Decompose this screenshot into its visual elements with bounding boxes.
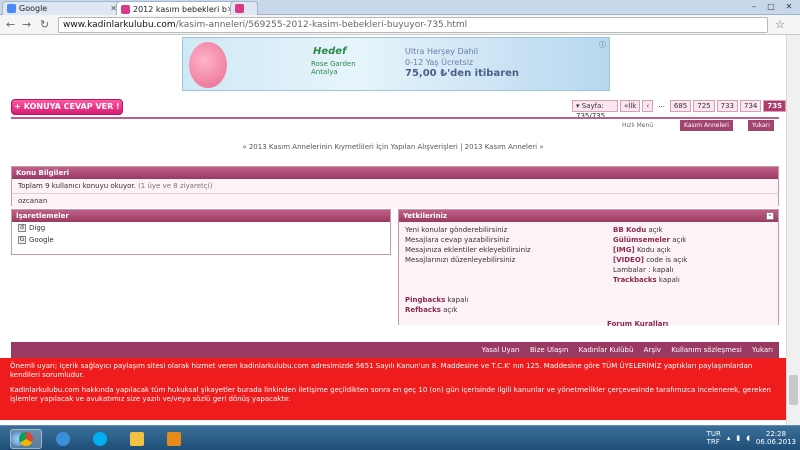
taskbar-media[interactable]: [158, 429, 190, 449]
thread-info-panel: Konu Bilgileri Toplam 9 kullanıcı konuyu…: [11, 166, 779, 208]
divider: [11, 117, 779, 119]
close-window-icon[interactable]: ✕: [781, 1, 797, 12]
internet-explorer-icon: [56, 432, 70, 446]
tab-third[interactable]: [230, 1, 258, 15]
current-page: 735: [763, 100, 786, 112]
kasim-anneleri-button[interactable]: Kasım Anneleri: [680, 120, 733, 131]
taskbar-skype[interactable]: [84, 429, 116, 449]
forward-icon[interactable]: →: [22, 19, 31, 31]
taskbar-chrome[interactable]: [10, 429, 42, 449]
system-tray: TUR TRF ▴ ▮ ◖ 22:28 06.06.2013: [707, 430, 796, 446]
panel-title: İşaretlemeler: [12, 210, 390, 222]
tab-kasim-bebekleri[interactable]: 2012 kasım bebekleri b ✕: [116, 1, 236, 16]
smilies-link[interactable]: Gülümsemeler: [613, 236, 670, 244]
thread-navigation: « 2013 Kasım Annelerinin Kıymetlileri İç…: [242, 143, 544, 151]
footer-links: Yasal Uyarı Bize Ulaşın Kadınlar Kulübü …: [11, 342, 779, 358]
footer-link-terms[interactable]: Kullanım sözleşmesi: [671, 346, 742, 354]
site-favicon-icon: [121, 4, 130, 14]
page-link[interactable]: 734: [740, 100, 762, 112]
prev-thread-link[interactable]: « 2013 Kasım Annelerinin Kıymetlileri İç…: [242, 143, 458, 151]
prev-page-link[interactable]: ‹: [642, 100, 654, 112]
page-scrollbar[interactable]: [786, 35, 800, 425]
refbacks-link[interactable]: Refbacks: [405, 306, 441, 314]
footer-link-contact[interactable]: Bize Ulaşın: [530, 346, 568, 354]
permissions-panel: Yetkileriniz – Yeni konular gönderebilir…: [398, 209, 779, 328]
collapse-icon[interactable]: –: [766, 212, 774, 220]
legal-warning-banner: Önemli uyarı; içerik sağlayıcı paylaşım …: [0, 358, 786, 420]
page-link[interactable]: 725: [693, 100, 715, 112]
readers-count: Toplam 9 kullanıcı konuyu okuyor. (1 üye…: [12, 179, 778, 194]
taskbar-ie[interactable]: [47, 429, 79, 449]
reader-username[interactable]: ozcanan: [12, 194, 778, 208]
tab-title: 2012 kasım bebekleri b: [133, 4, 227, 14]
ad-info-icon[interactable]: ⓘ: [599, 40, 606, 50]
ad-brand-sub: Rose Garden Antalya: [311, 60, 356, 76]
url-host: www.kadinlarkulubu.com: [63, 20, 176, 30]
next-thread-link[interactable]: 2013 Kasım Anneleri »: [465, 143, 544, 151]
back-icon[interactable]: ←: [6, 19, 15, 31]
hotel-ad-banner[interactable]: Hedef Rose Garden Antalya Ultra Herşey Da…: [182, 37, 610, 91]
chrome-icon: [19, 432, 33, 446]
footer-link-top[interactable]: Yukarı: [752, 346, 773, 354]
ad-brand: Hedef: [313, 46, 347, 57]
bookmarks-panel: İşaretlemeler d Digg G Google: [11, 209, 391, 255]
scrollbar-thumb[interactable]: [789, 375, 798, 405]
maximize-icon[interactable]: □: [763, 1, 779, 12]
tab-title: Google: [19, 4, 48, 13]
complaint-text: Kadinlarkulubu.com hakkında yapılacak tü…: [10, 386, 771, 403]
google-icon: G: [18, 236, 26, 244]
browser-toolbar: ← → ↻ www.kadinlarkulubu.com/kasim-annel…: [0, 15, 800, 35]
bookmark-star-icon[interactable]: ☆: [775, 19, 785, 31]
digg-icon: d: [18, 224, 26, 232]
folder-icon: [130, 432, 144, 446]
bb-code-link[interactable]: BB Kodu: [613, 226, 646, 234]
panel-title: Konu Bilgileri: [12, 167, 778, 179]
pingbacks-link[interactable]: Pingbacks: [405, 296, 445, 304]
video-code-link[interactable]: [VIDEO]: [613, 256, 644, 264]
panel-title: Yetkileriniz –: [399, 210, 778, 222]
permissions-right: BB Kodu açık Gülümsemeler açık [IMG] Kod…: [613, 226, 688, 284]
ad-image-icon: [189, 42, 227, 88]
footer-link-home[interactable]: Kadınlar Kulübü: [579, 346, 634, 354]
bookmark-google[interactable]: G Google: [12, 234, 390, 246]
google-favicon-icon: [7, 4, 16, 13]
scroll-top-button[interactable]: Yukarı: [748, 120, 774, 131]
warning-text: Önemli uyarı; içerik sağlayıcı paylaşım …: [10, 362, 753, 379]
quick-menu-label: Hızlı Menü: [622, 122, 654, 129]
tray-arrow-icon[interactable]: ▴: [727, 434, 731, 442]
bookmark-digg[interactable]: d Digg: [12, 222, 390, 234]
address-bar[interactable]: www.kadinlarkulubu.com/kasim-anneleri/56…: [58, 17, 768, 33]
ad-text: Ultra Herşey Dahil 0-12 Yaş Ücretsiz 75,…: [405, 47, 520, 79]
first-page-link[interactable]: «İlk: [620, 100, 641, 112]
media-player-icon: [167, 432, 181, 446]
page-select-dropdown[interactable]: ▾ Sayfa: 735/735: [572, 100, 619, 120]
footer-link-legal[interactable]: Yasal Uyarı: [482, 346, 520, 354]
volume-icon[interactable]: ◖: [746, 434, 750, 442]
browser-tab-strip: Google ✕ 2012 kasım bebekleri b ✕ – □ ✕: [0, 0, 800, 16]
web-page: Hedef Rose Garden Antalya Ultra Herşey Da…: [0, 35, 786, 425]
taskbar-app[interactable]: [121, 429, 153, 449]
language-indicator[interactable]: TUR TRF: [707, 430, 721, 446]
permissions-extra: Pingbacks kapalı Refbacks açık: [405, 296, 469, 314]
forum-rules-link[interactable]: Forum Kuralları: [607, 320, 668, 328]
trackbacks-link[interactable]: Trackbacks: [613, 276, 657, 284]
clock[interactable]: 22:28 06.06.2013: [756, 430, 796, 446]
tab-google[interactable]: Google ✕: [2, 1, 122, 15]
windows-taskbar: TUR TRF ▴ ▮ ◖ 22:28 06.06.2013: [0, 425, 800, 450]
minimize-icon[interactable]: –: [746, 1, 762, 12]
pagination: ▾ Sayfa: 735/735 «İlk ‹ ... 685 725 733 …: [572, 100, 786, 120]
reload-icon[interactable]: ↻: [40, 19, 49, 31]
reply-to-thread-button[interactable]: + KONUYA CEVAP VER !: [11, 99, 123, 115]
page-link[interactable]: 733: [716, 100, 738, 112]
page-link[interactable]: 685: [669, 100, 692, 112]
network-icon[interactable]: ▮: [736, 434, 740, 442]
pagination-ellipsis: ...: [658, 101, 665, 109]
site-favicon-icon: [235, 4, 244, 13]
img-code-link[interactable]: [IMG]: [613, 246, 635, 254]
skype-icon: [93, 432, 107, 446]
footer-link-archive[interactable]: Arşiv: [644, 346, 661, 354]
url-path: /kasim-anneleri/569255-2012-kasim-bebekl…: [175, 20, 468, 30]
permissions-left: Yeni konular gönderebilirsiniz Mesajlara…: [405, 226, 531, 264]
